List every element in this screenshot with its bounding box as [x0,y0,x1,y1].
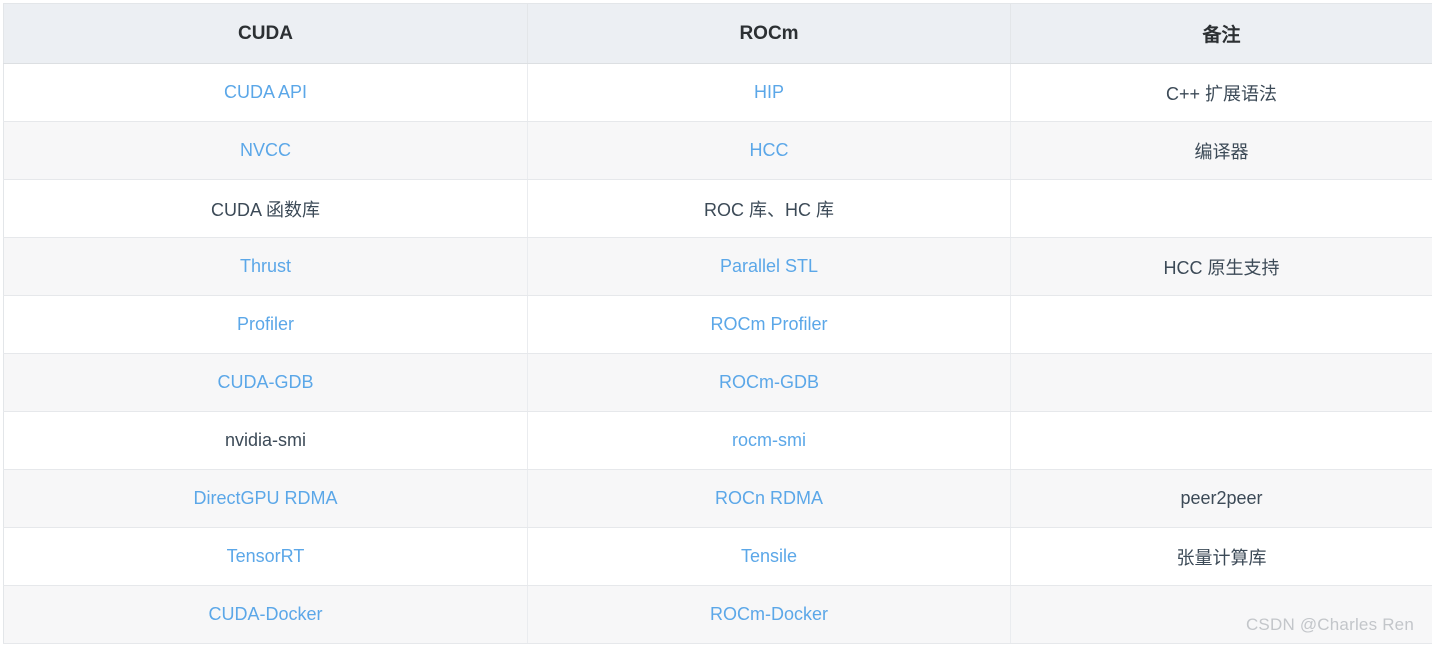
table-row: CUDA API HIP C++ 扩展语法 [3,63,1432,122]
cell-rocm[interactable]: ROCn RDMA [527,469,1011,528]
cell-notes: C++ 扩展语法 [1010,63,1432,122]
table-row: nvidia-smi rocm-smi [3,411,1432,470]
cell-cuda[interactable]: CUDA-GDB [3,353,528,412]
cell-rocm: ROC 库、HC 库 [527,179,1011,238]
column-header-cuda: CUDA [3,3,528,64]
cell-rocm[interactable]: ROCm-Docker [527,585,1011,644]
table-row: Thrust Parallel STL HCC 原生支持 [3,237,1432,296]
cell-rocm[interactable]: Tensile [527,527,1011,586]
column-header-notes: 备注 [1010,3,1432,64]
cell-notes: peer2peer [1010,469,1432,528]
cell-rocm[interactable]: rocm-smi [527,411,1011,470]
cell-notes [1010,411,1432,470]
cell-cuda[interactable]: CUDA API [3,63,528,122]
cell-rocm[interactable]: HIP [527,63,1011,122]
cell-cuda[interactable]: NVCC [3,121,528,180]
cell-notes [1010,585,1432,644]
comparison-table-container: CUDA ROCm 备注 CUDA API HIP C++ 扩展语法 NVCC HCC 编… [3,3,1432,644]
cell-notes [1010,295,1432,354]
cell-notes: 编译器 [1010,121,1432,180]
cell-cuda[interactable]: TensorRT [3,527,528,586]
cell-cuda: nvidia-smi [3,411,528,470]
table-row: Profiler ROCm Profiler [3,295,1432,354]
cell-cuda[interactable]: CUDA-Docker [3,585,528,644]
cell-rocm[interactable]: Parallel STL [527,237,1011,296]
table-row: CUDA 函数库 ROC 库、HC 库 [3,179,1432,238]
table-row: TensorRT Tensile 张量计算库 [3,527,1432,586]
table-body: CUDA API HIP C++ 扩展语法 NVCC HCC 编译器 CUDA 函数库 ROC… [3,63,1432,644]
column-header-rocm: ROCm [527,3,1011,64]
table-header-row: CUDA ROCm 备注 [3,3,1432,64]
table-header: CUDA ROCm 备注 [3,3,1432,64]
cell-notes: HCC 原生支持 [1010,237,1432,296]
cuda-rocm-comparison-table: CUDA ROCm 备注 CUDA API HIP C++ 扩展语法 NVCC HCC 编… [3,3,1432,644]
cell-notes [1010,179,1432,238]
table-row: DirectGPU RDMA ROCn RDMA peer2peer [3,469,1432,528]
cell-cuda[interactable]: Thrust [3,237,528,296]
cell-cuda[interactable]: DirectGPU RDMA [3,469,528,528]
cell-rocm[interactable]: ROCm-GDB [527,353,1011,412]
table-row: CUDA-GDB ROCm-GDB [3,353,1432,412]
table-row: NVCC HCC 编译器 [3,121,1432,180]
cell-cuda[interactable]: Profiler [3,295,528,354]
cell-notes [1010,353,1432,412]
cell-cuda: CUDA 函数库 [3,179,528,238]
cell-rocm[interactable]: HCC [527,121,1011,180]
cell-notes: 张量计算库 [1010,527,1432,586]
cell-rocm[interactable]: ROCm Profiler [527,295,1011,354]
table-row: CUDA-Docker ROCm-Docker [3,585,1432,644]
